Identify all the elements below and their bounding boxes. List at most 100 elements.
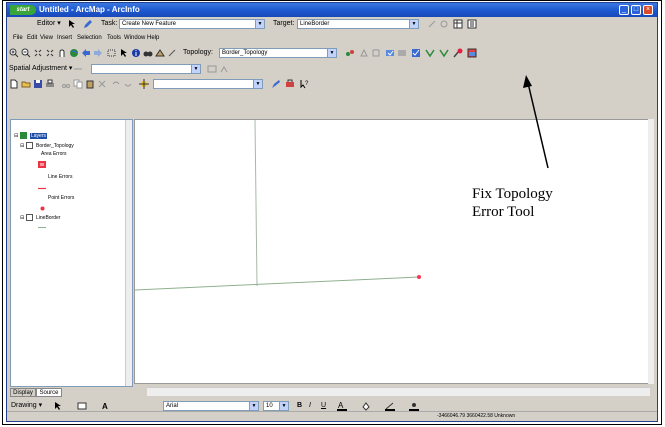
fixed-zoom-out-icon[interactable]	[45, 48, 55, 58]
minimize-button[interactable]: _	[619, 5, 629, 15]
editor-toolbar-icon[interactable]	[271, 79, 281, 89]
edit-pointer-icon[interactable]	[67, 19, 77, 29]
menu-tools[interactable]: Tools	[107, 32, 121, 44]
map-display[interactable]	[134, 119, 650, 384]
chevron-down-icon: ▼	[191, 65, 200, 73]
undo-icon[interactable]	[111, 79, 121, 89]
tab-display[interactable]: Display	[10, 388, 36, 397]
validate-entire-topology-icon[interactable]	[411, 48, 421, 58]
editor-menu[interactable]: Editor ▾	[37, 18, 61, 30]
error-inspector-window-icon[interactable]	[467, 48, 477, 58]
fill-color-icon[interactable]	[361, 401, 371, 411]
back-arrow-icon[interactable]	[81, 48, 91, 58]
fix-topology-error-tool-icon[interactable]	[453, 48, 463, 58]
menu-window[interactable]: Window	[124, 32, 145, 44]
select-features-icon[interactable]	[107, 48, 117, 58]
go-to-xy-icon[interactable]	[155, 48, 165, 58]
forward-arrow-icon[interactable]	[93, 48, 103, 58]
rectangle-tool-icon[interactable]	[77, 401, 87, 411]
layers-dataframe[interactable]: ⊟ Layers	[14, 132, 47, 140]
paste-icon[interactable]	[85, 79, 95, 89]
new-text-icon[interactable]: A	[101, 401, 111, 411]
line-color-icon[interactable]	[385, 401, 395, 411]
collapse-icon[interactable]: ⊟	[14, 133, 18, 139]
map-vertical-scrollbar[interactable]	[648, 119, 654, 384]
new-displacement-link-icon[interactable]	[73, 64, 83, 74]
select-elements-icon[interactable]	[53, 401, 63, 411]
toc-layer-lineborder[interactable]: ⊟ LineBorder	[20, 214, 60, 222]
coordinates-readout: -3466046.79 3660422.58 Unknown	[437, 413, 516, 419]
find-binoculars-icon[interactable]	[143, 48, 153, 58]
topology-dropdown[interactable]: Border_Topology ▼	[219, 48, 337, 58]
open-folder-icon[interactable]	[21, 79, 31, 89]
validate-topology-icon[interactable]	[397, 48, 407, 58]
font-size-dropdown[interactable]: 10 ▼	[263, 401, 289, 411]
task-dropdown[interactable]: Create New Feature ▼	[119, 19, 265, 29]
copy-icon[interactable]	[73, 79, 83, 89]
close-button[interactable]: ×	[643, 5, 653, 15]
group-name: Border_Topology	[35, 142, 74, 149]
view-link-table-icon[interactable]	[207, 64, 217, 74]
delete-icon[interactable]	[97, 79, 107, 89]
menu-help[interactable]: Help	[147, 32, 159, 44]
pan-icon[interactable]	[57, 48, 67, 58]
cut-icon[interactable]	[61, 79, 71, 89]
adjust-data-dropdown[interactable]: ▼	[91, 64, 201, 74]
map-canvas[interactable]	[135, 120, 649, 383]
measure-icon[interactable]	[167, 48, 177, 58]
show-shared-features-icon[interactable]	[371, 48, 381, 58]
font-size-value: 10	[266, 403, 273, 409]
new-document-icon[interactable]	[9, 79, 19, 89]
sketch-pencil-icon[interactable]	[83, 19, 93, 29]
map-scale-input[interactable]: ▼	[153, 79, 263, 89]
collapse-icon[interactable]: ⊟	[20, 143, 24, 149]
zoom-in-icon[interactable]	[9, 48, 19, 58]
spatial-adjustment-menu[interactable]: Spatial Adjustment ▾	[9, 63, 72, 75]
topology-rules-icon[interactable]	[439, 48, 449, 58]
menu-insert[interactable]: Insert	[57, 32, 72, 44]
split-tool-icon[interactable]	[427, 19, 437, 29]
menu-view[interactable]: View	[40, 32, 53, 44]
map-topology-icon[interactable]	[345, 48, 355, 58]
identify-icon[interactable]	[131, 48, 141, 58]
collapse-icon[interactable]: ⊟	[20, 215, 24, 221]
marker-color-icon[interactable]	[409, 401, 419, 411]
menu-file[interactable]: File	[13, 32, 23, 44]
sketch-properties-icon[interactable]	[467, 19, 477, 29]
start-button[interactable]: start	[10, 5, 36, 15]
layer-checkbox[interactable]	[25, 142, 33, 149]
chevron-down-icon: ▼	[249, 402, 258, 410]
chevron-down-icon: ▼	[279, 402, 288, 410]
arctoolbox-icon[interactable]	[285, 79, 295, 89]
toc-scrollbar[interactable]	[125, 120, 132, 386]
layer2-name: LineBorder	[35, 214, 61, 221]
print-icon[interactable]	[45, 79, 55, 89]
select-elements-icon[interactable]	[119, 48, 129, 58]
target-dropdown[interactable]: LineBorder ▼	[297, 19, 419, 29]
full-extent-icon[interactable]	[69, 48, 79, 58]
zoom-out-icon[interactable]	[21, 48, 31, 58]
font-color-icon[interactable]: A	[337, 401, 347, 411]
svg-text:A: A	[338, 401, 344, 410]
validate-extent-icon[interactable]	[385, 48, 395, 58]
redo-icon[interactable]	[123, 79, 133, 89]
maximize-button[interactable]: □	[631, 5, 641, 15]
fixed-zoom-in-icon[interactable]	[33, 48, 43, 58]
menu-selection[interactable]: Selection	[77, 32, 102, 44]
font-dropdown[interactable]: Arial ▼	[163, 401, 259, 411]
topology-edit-tool-icon[interactable]	[359, 48, 369, 58]
map-horizontal-scrollbar[interactable]	[147, 387, 650, 396]
adjust-preview-icon[interactable]	[219, 64, 229, 74]
attributes-icon[interactable]	[453, 19, 463, 29]
error-inspector-icon[interactable]	[425, 48, 435, 58]
whats-this-help-icon[interactable]: ?	[299, 79, 309, 89]
layer-checkbox[interactable]	[25, 214, 33, 221]
add-data-icon[interactable]	[139, 79, 149, 89]
save-icon[interactable]	[33, 79, 43, 89]
editor-toolbar: Editor ▾ Task: Create New Feature ▼ Targ…	[7, 18, 657, 31]
toc-group-border-topology[interactable]: ⊟ Border_Topology	[20, 142, 74, 150]
rotate-tool-icon[interactable]	[439, 19, 449, 29]
tools-topology-toolbar: Topology: Border_Topology ▼	[7, 47, 657, 60]
menu-edit[interactable]: Edit	[27, 32, 37, 44]
tab-source[interactable]: Source	[36, 388, 62, 397]
